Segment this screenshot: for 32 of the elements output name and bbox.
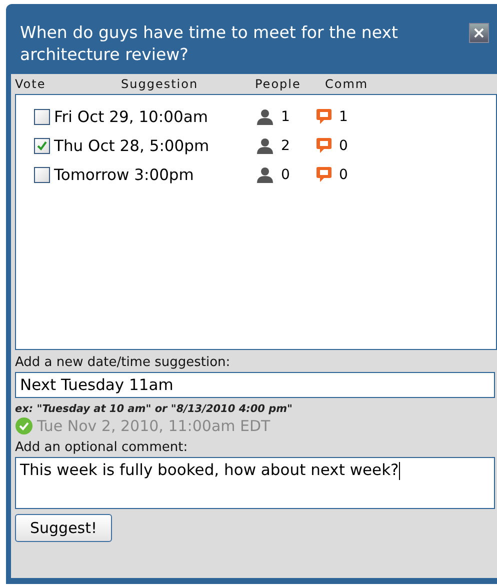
suggestion-text: Tomorrow 3:00pm — [54, 166, 194, 184]
check-circle-icon — [15, 417, 33, 435]
column-header: Suggestion — [120, 77, 200, 91]
comment-count: 1 — [339, 109, 348, 125]
parsed-date: Tue Nov 2, 2010, 11:00am EDT — [37, 417, 270, 435]
comment-input[interactable]: This week is fully booked, how about next week? — [15, 457, 495, 509]
people-count: 1 — [281, 108, 290, 124]
suggest-button[interactable]: Suggest! — [15, 514, 112, 542]
suggestion-input[interactable]: Next Tuesday 11am — [15, 372, 495, 398]
example-hint: ex: "Tuesday at 10 am" or "8/13/2010 4:00 pm" — [15, 403, 294, 415]
suggestion-text: Fri Oct 29, 10:00am — [54, 108, 208, 126]
column-header: Comm — [325, 77, 370, 91]
people-count: 0 — [281, 166, 290, 182]
field-label: Add an optional comment: — [15, 440, 189, 455]
vote-checkbox[interactable] — [34, 166, 50, 182]
comment-count: 0 — [339, 167, 348, 183]
person-icon — [256, 108, 274, 124]
speech-bubble-icon — [316, 108, 332, 125]
vote-checkbox[interactable] — [34, 108, 50, 124]
close-button[interactable]: × — [469, 23, 489, 43]
speech-bubble-icon — [316, 166, 332, 183]
suggestion-text: Thu Oct 28, 5:00pm — [54, 136, 210, 154]
person-icon — [256, 138, 274, 154]
comment-count: 0 — [339, 138, 348, 154]
speech-bubble-icon — [316, 137, 332, 154]
column-header: People — [255, 77, 302, 91]
person-icon — [256, 166, 274, 182]
dialog-title: When do guys have time to meet for the next architecture review? — [20, 22, 399, 66]
vote-checkbox[interactable] — [34, 138, 50, 154]
column-header: Vote — [15, 77, 47, 91]
field-label: Add a new date/time suggestion: — [15, 355, 232, 370]
people-count: 2 — [281, 138, 290, 154]
